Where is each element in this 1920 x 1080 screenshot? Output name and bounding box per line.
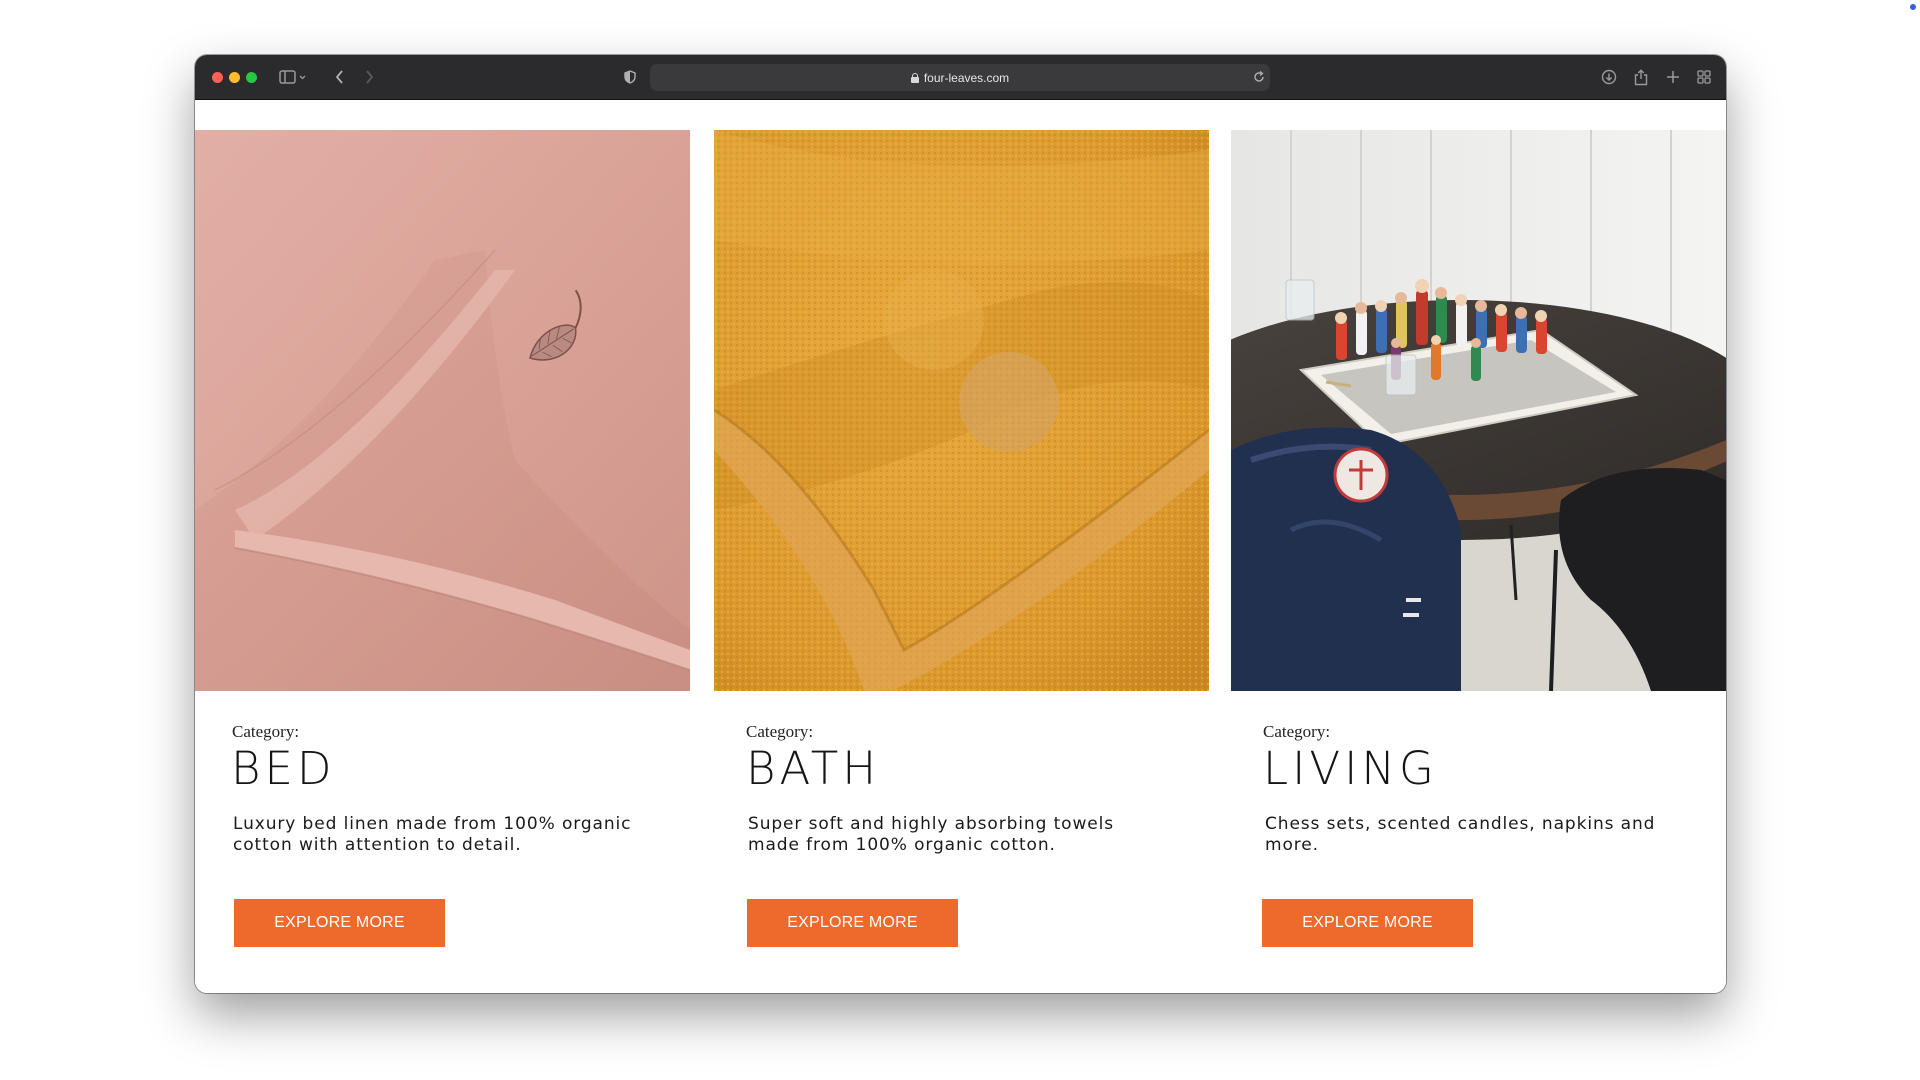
- tabs-grid-icon[interactable]: [1695, 67, 1713, 87]
- category-label: Category:: [1263, 722, 1331, 741]
- category-label: Category:: [746, 722, 814, 741]
- minimize-window-button[interactable]: [229, 72, 240, 83]
- category-label: Category:: [232, 722, 300, 741]
- reload-icon[interactable]: [1252, 67, 1266, 87]
- address-bar[interactable]: four-leaves.com: [650, 64, 1270, 91]
- explore-more-button[interactable]: EXPLORE MORE: [1262, 899, 1473, 947]
- url-text: four-leaves.com: [923, 70, 1010, 85]
- category-description: Chess sets, scented candles, napkins and…: [1265, 814, 1656, 855]
- living-chess-photo[interactable]: [1231, 130, 1726, 691]
- category-card-bath: Category: BATH Super soft and highly abs…: [714, 130, 1209, 980]
- plus-icon[interactable]: [1664, 67, 1682, 87]
- share-icon[interactable]: [1632, 67, 1650, 87]
- lock-icon: [910, 72, 919, 83]
- category-title: LIVING: [1263, 742, 1438, 795]
- status-dot: [1910, 4, 1916, 10]
- explore-more-button[interactable]: EXPLORE MORE: [234, 899, 445, 947]
- shield-icon[interactable]: [622, 67, 638, 87]
- bath-towel-photo[interactable]: [714, 130, 1209, 691]
- browser-window: four-leaves.com Category: BED Luxury bed…: [195, 55, 1726, 993]
- chevron-right-icon[interactable]: [361, 67, 377, 87]
- page-content: Category: BED Luxury bed linen made from…: [195, 100, 1726, 993]
- category-title: BED: [231, 742, 336, 795]
- download-icon[interactable]: [1600, 67, 1618, 87]
- category-card-living: Category: LIVING Chess sets, scented can…: [1231, 130, 1726, 980]
- category-card-bed: Category: BED Luxury bed linen made from…: [195, 130, 690, 980]
- browser-toolbar: four-leaves.com: [195, 55, 1726, 100]
- chevron-left-icon[interactable]: [332, 67, 348, 87]
- bed-linen-photo[interactable]: [195, 130, 690, 691]
- sidebar-icon[interactable]: [278, 67, 308, 87]
- close-window-button[interactable]: [212, 72, 223, 83]
- category-description: Luxury bed linen made from 100% organic …: [233, 814, 632, 855]
- category-description: Super soft and highly absorbing towels m…: [748, 814, 1115, 855]
- zoom-window-button[interactable]: [246, 72, 257, 83]
- explore-more-button[interactable]: EXPLORE MORE: [747, 899, 958, 947]
- category-title: BATH: [746, 742, 881, 795]
